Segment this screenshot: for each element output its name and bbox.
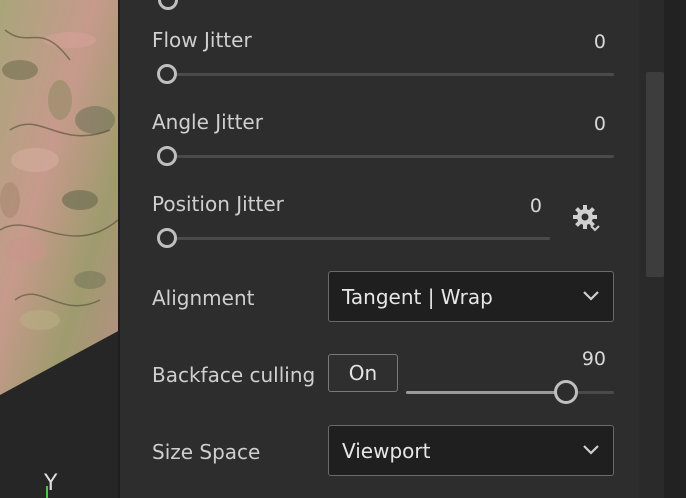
- position-jitter-label: Position Jitter: [152, 192, 284, 216]
- panel-scrollbar-thumb[interactable]: [646, 72, 664, 277]
- textured-mesh-preview: [0, 0, 120, 498]
- gear-dropdown-icon[interactable]: [570, 202, 604, 234]
- backface-culling-toggle-label: On: [348, 361, 378, 385]
- angle-jitter-track[interactable]: [168, 155, 614, 158]
- right-dock-strip: [664, 0, 686, 498]
- flow-jitter-value[interactable]: 0: [546, 30, 606, 54]
- alignment-selected: Tangent | Wrap: [342, 285, 493, 309]
- position-jitter-track[interactable]: [168, 237, 550, 240]
- axis-y-label: Y: [44, 471, 58, 496]
- position-jitter-knob[interactable]: [157, 228, 177, 248]
- backface-angle-track[interactable]: [406, 391, 614, 394]
- backface-angle-fill: [406, 391, 566, 394]
- backface-angle-knob[interactable]: [554, 380, 578, 404]
- backface-culling-toggle[interactable]: On: [328, 354, 398, 392]
- size-space-label: Size Space: [152, 440, 261, 464]
- chevron-down-icon: [583, 291, 599, 301]
- alignment-dropdown[interactable]: Tangent | Wrap: [328, 271, 614, 322]
- viewport-3d[interactable]: Y: [0, 0, 120, 498]
- size-space-selected: Viewport: [342, 439, 431, 463]
- size-space-dropdown[interactable]: Viewport: [328, 425, 614, 476]
- angle-jitter-value[interactable]: 0: [546, 112, 606, 136]
- chevron-down-icon: [583, 445, 599, 455]
- alignment-label: Alignment: [152, 286, 255, 310]
- backface-angle-value[interactable]: 90: [546, 347, 606, 371]
- flow-jitter-knob[interactable]: [157, 64, 177, 84]
- angle-jitter-label: Angle Jitter: [152, 110, 263, 134]
- flow-jitter-track[interactable]: [168, 73, 614, 76]
- backface-culling-label: Backface culling: [152, 363, 316, 387]
- position-jitter-value[interactable]: 0: [482, 194, 542, 218]
- flow-jitter-label: Flow Jitter: [152, 28, 252, 52]
- angle-jitter-knob[interactable]: [157, 146, 177, 166]
